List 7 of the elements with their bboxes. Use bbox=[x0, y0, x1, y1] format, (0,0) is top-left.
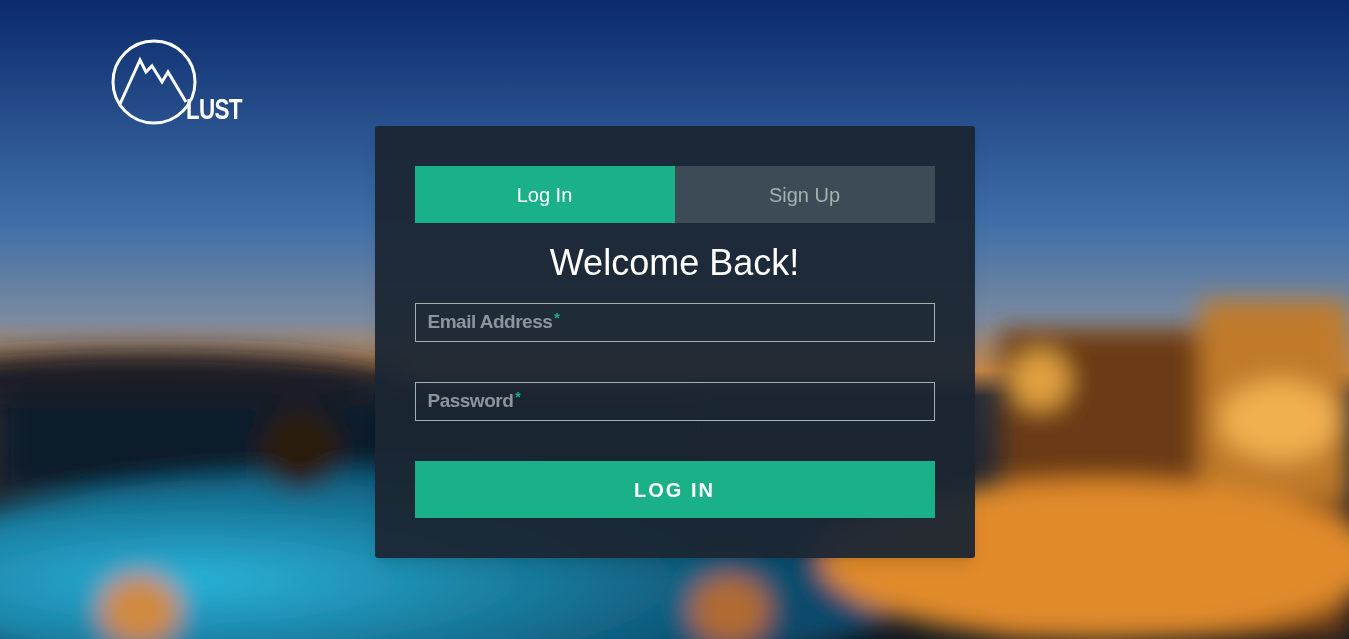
login-button[interactable]: LOG IN bbox=[414, 461, 935, 518]
welcome-title: Welcome Back! bbox=[548, 241, 801, 285]
input-field[interactable]: Password* bbox=[414, 382, 935, 421]
tab[interactable]: Log In bbox=[414, 166, 675, 223]
logo-text: LUST bbox=[186, 94, 242, 124]
input-field[interactable]: Email Address* bbox=[414, 303, 935, 342]
tab[interactable]: Sign Up bbox=[674, 166, 935, 223]
